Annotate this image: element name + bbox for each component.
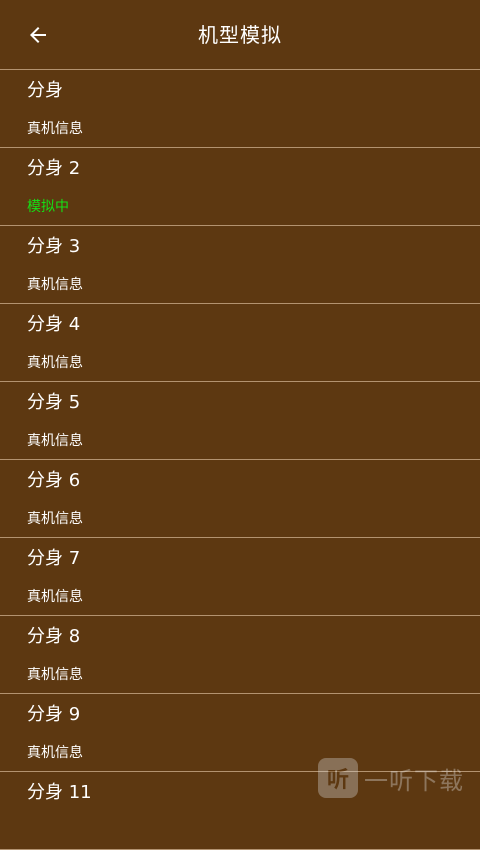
watermark-logo-icon: 听 (318, 758, 358, 798)
clone-name: 分身 8 (27, 626, 81, 647)
clone-status: 真机信息 (27, 355, 83, 371)
clone-status: 真机信息 (27, 667, 83, 683)
watermark: 听 一听下载 (318, 756, 480, 800)
clone-status-active: 模拟中 (27, 199, 69, 215)
clone-status: 真机信息 (27, 277, 83, 293)
list-item[interactable]: 分身 真机信息 (0, 70, 480, 148)
list-item[interactable]: 分身 6 真机信息 (0, 460, 480, 538)
list-item[interactable]: 分身 8 真机信息 (0, 616, 480, 694)
clone-name: 分身 6 (27, 470, 81, 491)
clone-status: 真机信息 (27, 511, 83, 527)
watermark-text: 一听下载 (364, 766, 464, 795)
page-title: 机型模拟 (198, 23, 282, 47)
list-item[interactable]: 分身 4 真机信息 (0, 304, 480, 382)
list-item[interactable]: 分身 5 真机信息 (0, 382, 480, 460)
clone-status: 真机信息 (27, 121, 83, 137)
list-item[interactable]: 分身 7 真机信息 (0, 538, 480, 616)
clone-name: 分身 5 (27, 392, 81, 413)
clone-name: 分身 2 (27, 158, 81, 179)
clone-name: 分身 9 (27, 704, 81, 725)
clone-status: 真机信息 (27, 589, 83, 605)
clone-list: 分身 真机信息 分身 2 模拟中 分身 3 真机信息 分身 4 真机信息 分身 … (0, 70, 480, 850)
list-item[interactable]: 分身 2 模拟中 (0, 148, 480, 226)
clone-status: 真机信息 (27, 433, 83, 449)
clone-status: 真机信息 (27, 745, 83, 761)
list-item[interactable]: 分身 3 真机信息 (0, 226, 480, 304)
top-app-bar: 机型模拟 (0, 0, 480, 70)
clone-name: 分身 4 (27, 314, 81, 335)
clone-name: 分身 3 (27, 236, 81, 257)
clone-name: 分身 7 (27, 548, 81, 569)
clone-name: 分身 11 (27, 782, 92, 803)
clone-name: 分身 (27, 80, 63, 101)
